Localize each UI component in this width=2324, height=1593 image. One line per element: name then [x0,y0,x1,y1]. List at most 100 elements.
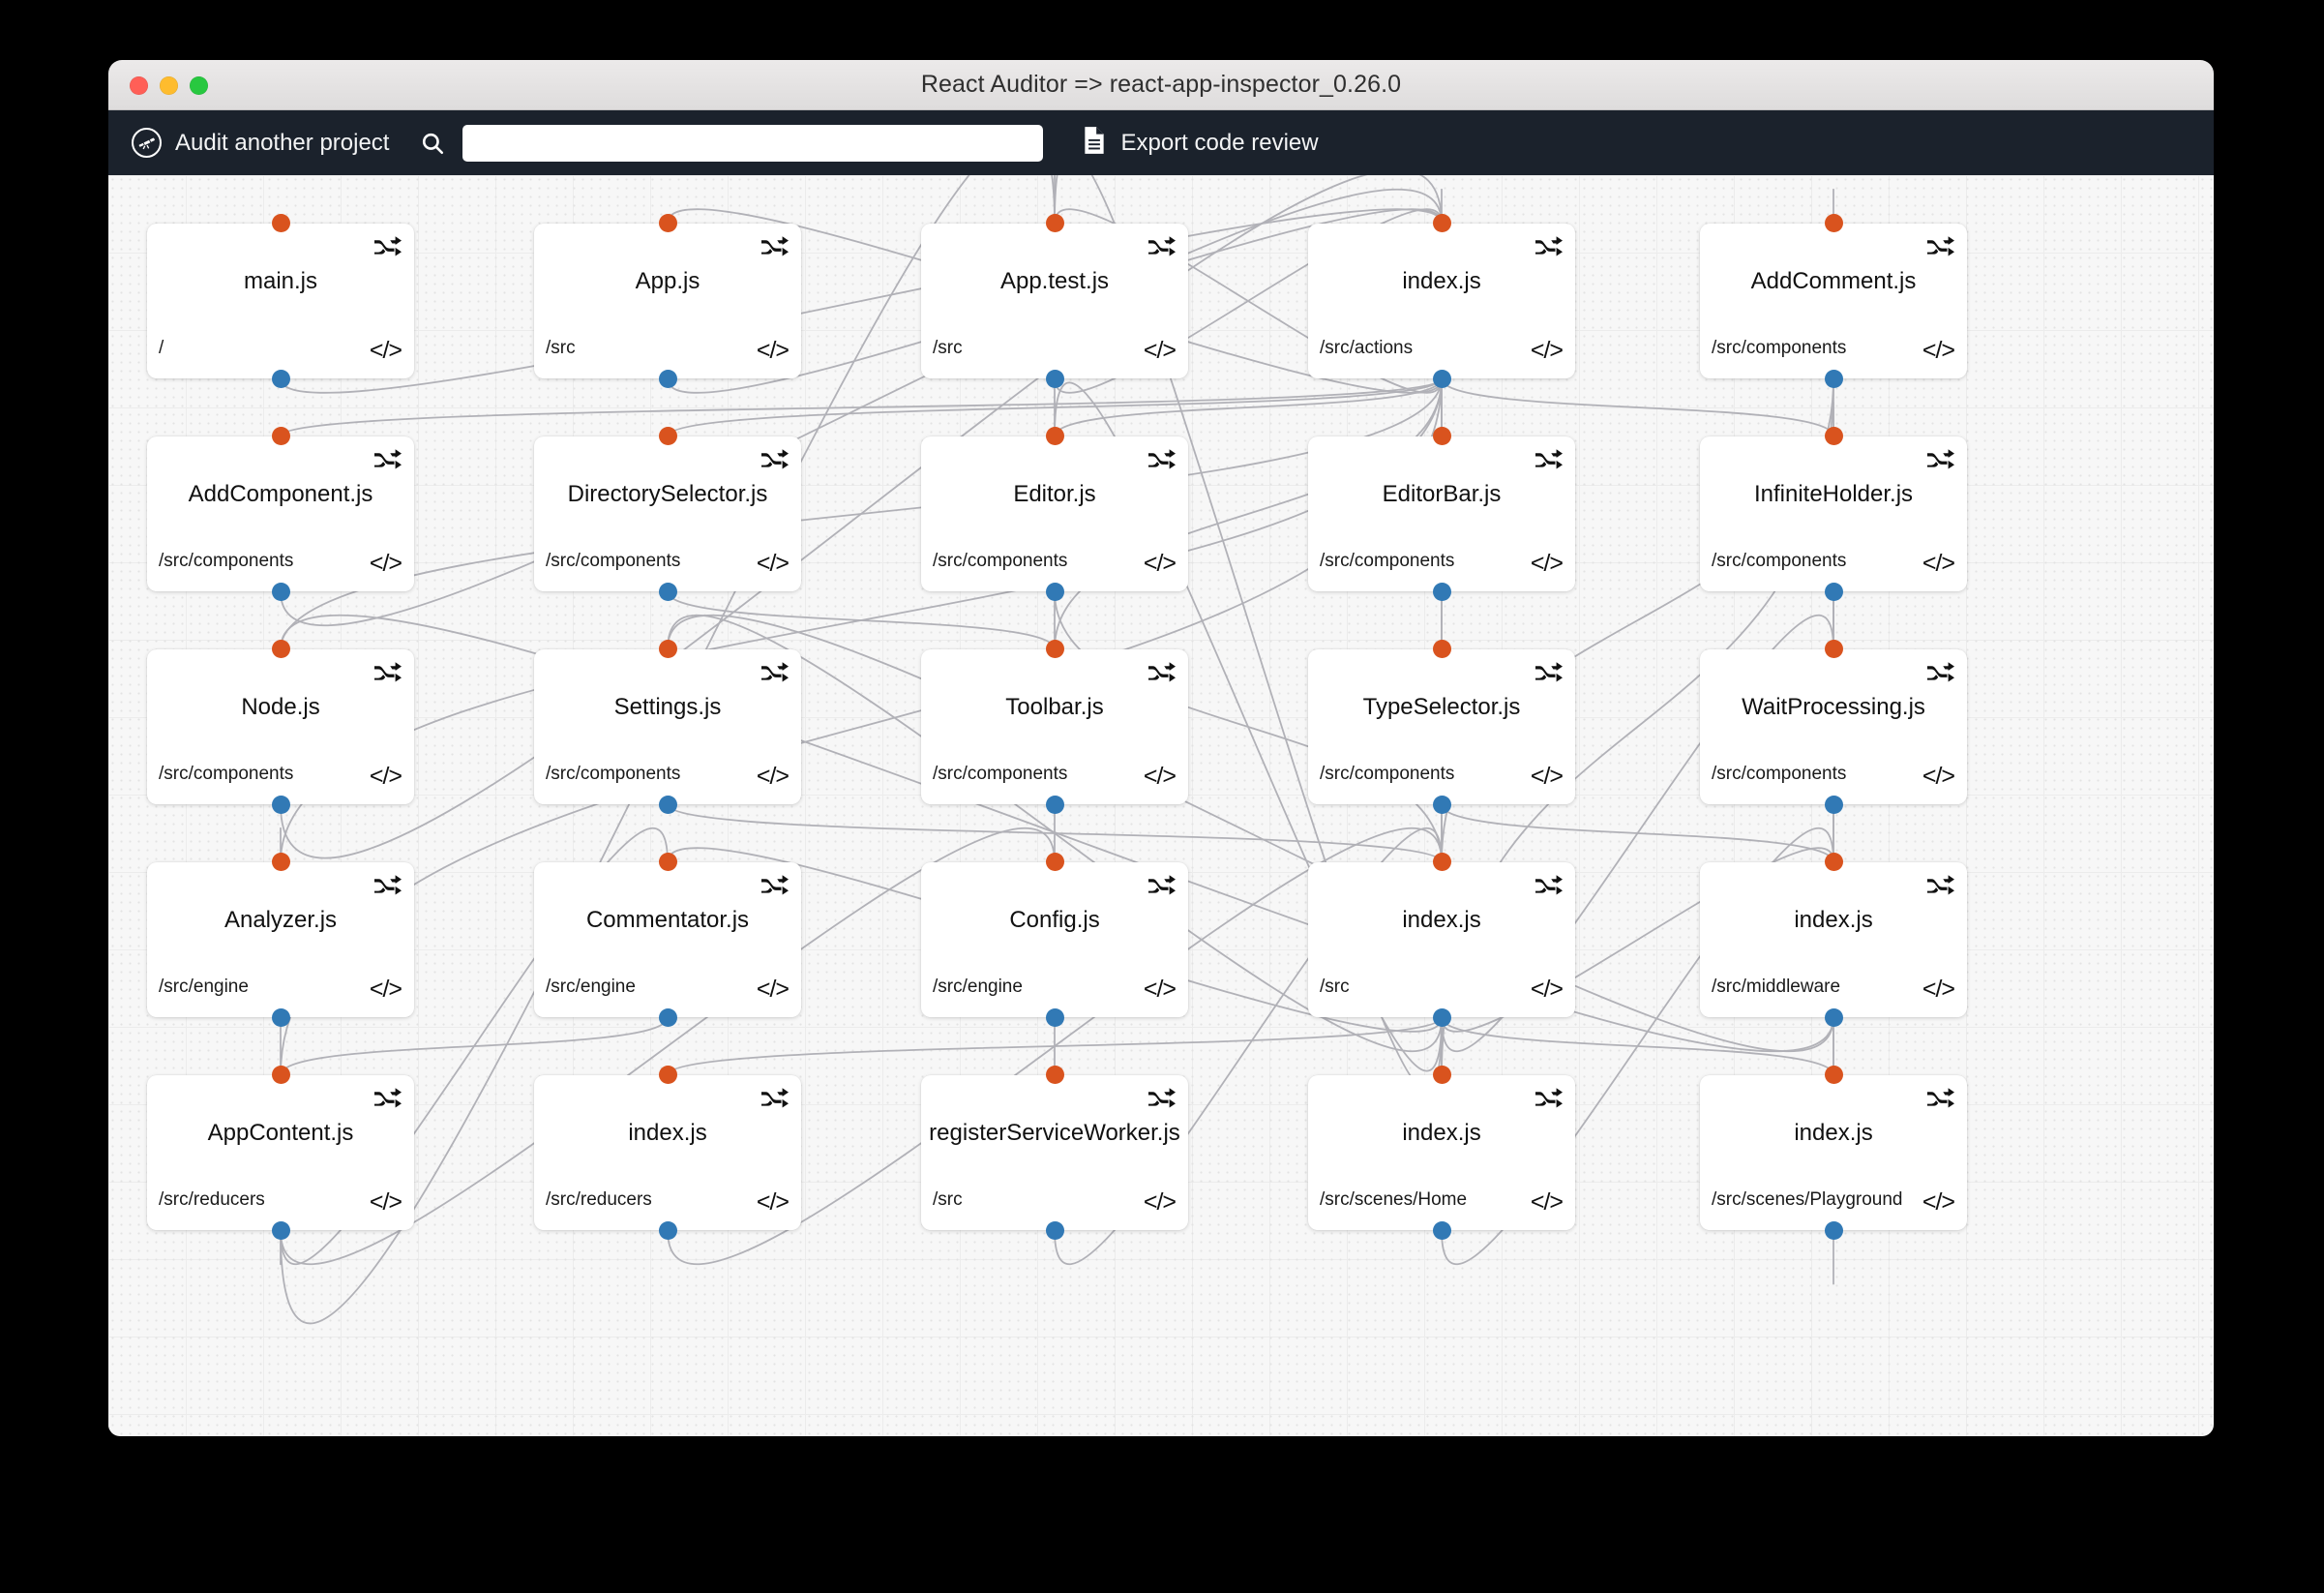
shuffle-icon[interactable] [1926,874,1955,899]
code-icon[interactable]: </> [370,1190,402,1215]
code-icon[interactable]: </> [370,977,402,1002]
node-output-port[interactable] [1825,370,1843,388]
node-output-port[interactable] [1825,583,1843,601]
node-input-port[interactable] [1046,1066,1064,1084]
node-card[interactable]: Toolbar.js/src/components</> [921,649,1188,804]
shuffle-icon[interactable] [1147,448,1177,473]
shuffle-icon[interactable] [1147,874,1177,899]
node-output-port[interactable] [272,370,290,388]
audit-another-project-button[interactable]: Audit another project [132,128,389,158]
code-icon[interactable]: </> [1144,552,1176,576]
code-icon[interactable]: </> [757,765,789,789]
node-output-port[interactable] [1825,796,1843,814]
shuffle-icon[interactable] [373,235,402,260]
node-input-port[interactable] [1433,214,1451,232]
node-output-port[interactable] [1433,1221,1451,1240]
code-icon[interactable]: </> [1531,977,1563,1002]
shuffle-icon[interactable] [1534,874,1564,899]
node-output-port[interactable] [659,796,677,814]
code-icon[interactable]: </> [1531,339,1563,363]
node-input-port[interactable] [1825,1066,1843,1084]
shuffle-icon[interactable] [1926,661,1955,686]
shuffle-icon[interactable] [760,448,790,473]
code-icon[interactable]: </> [1144,765,1176,789]
node-output-port[interactable] [1433,796,1451,814]
code-icon[interactable]: </> [1922,552,1954,576]
node-input-port[interactable] [272,853,290,871]
node-input-port[interactable] [272,640,290,658]
code-icon[interactable]: </> [757,552,789,576]
node-card[interactable]: AppContent.js/src/reducers</> [147,1075,414,1230]
shuffle-icon[interactable] [373,1087,402,1112]
code-icon[interactable]: </> [370,339,402,363]
node-output-port[interactable] [1046,796,1064,814]
node-card[interactable]: index.js/src/middleware</> [1700,862,1967,1017]
minimize-button[interactable] [160,76,178,95]
code-icon[interactable]: </> [1922,765,1954,789]
code-icon[interactable]: </> [757,339,789,363]
zoom-button[interactable] [190,76,208,95]
shuffle-icon[interactable] [1147,1087,1177,1112]
search-input[interactable] [462,125,1043,162]
export-code-review-button[interactable]: Export code review [1082,126,1318,160]
node-output-port[interactable] [659,370,677,388]
node-card[interactable]: Node.js/src/components</> [147,649,414,804]
node-output-port[interactable] [1433,370,1451,388]
code-icon[interactable]: </> [1531,765,1563,789]
node-card[interactable]: index.js/src/reducers</> [534,1075,801,1230]
node-input-port[interactable] [1046,214,1064,232]
node-output-port[interactable] [659,1008,677,1027]
node-card[interactable]: index.js/src/actions</> [1308,224,1575,378]
node-output-port[interactable] [1046,1008,1064,1027]
node-input-port[interactable] [659,640,677,658]
node-input-port[interactable] [1825,640,1843,658]
node-card[interactable]: App.test.js/src</> [921,224,1188,378]
node-input-port[interactable] [1046,640,1064,658]
node-output-port[interactable] [659,1221,677,1240]
shuffle-icon[interactable] [1534,1087,1564,1112]
node-card[interactable]: InfiniteHolder.js/src/components</> [1700,436,1967,591]
code-icon[interactable]: </> [1144,1190,1176,1215]
node-input-port[interactable] [272,1066,290,1084]
node-output-port[interactable] [1046,1221,1064,1240]
node-card[interactable]: Config.js/src/engine</> [921,862,1188,1017]
node-card[interactable]: index.js/src/scenes/Home</> [1308,1075,1575,1230]
node-input-port[interactable] [1825,853,1843,871]
shuffle-icon[interactable] [1926,448,1955,473]
shuffle-icon[interactable] [760,874,790,899]
node-output-port[interactable] [1046,583,1064,601]
code-icon[interactable]: </> [1144,977,1176,1002]
node-input-port[interactable] [1433,853,1451,871]
shuffle-icon[interactable] [1534,661,1564,686]
shuffle-icon[interactable] [373,661,402,686]
node-card[interactable]: registerServiceWorker.js/src</> [921,1075,1188,1230]
shuffle-icon[interactable] [1147,661,1177,686]
code-icon[interactable]: </> [757,977,789,1002]
node-card[interactable]: WaitProcessing.js/src/components</> [1700,649,1967,804]
code-icon[interactable]: </> [1531,1190,1563,1215]
node-input-port[interactable] [1433,640,1451,658]
node-card[interactable]: EditorBar.js/src/components</> [1308,436,1575,591]
node-card[interactable]: main.js/</> [147,224,414,378]
code-icon[interactable]: </> [1922,977,1954,1002]
node-card[interactable]: AddComponent.js/src/components</> [147,436,414,591]
node-card[interactable]: Commentator.js/src/engine</> [534,862,801,1017]
shuffle-icon[interactable] [373,874,402,899]
node-input-port[interactable] [659,853,677,871]
node-input-port[interactable] [272,214,290,232]
graph-canvas[interactable]: main.js/</> App.js/src</> App.test.js/src<… [108,175,2214,1436]
shuffle-icon[interactable] [760,235,790,260]
node-input-port[interactable] [272,427,290,445]
node-input-port[interactable] [1825,214,1843,232]
shuffle-icon[interactable] [760,661,790,686]
code-icon[interactable]: </> [370,765,402,789]
node-card[interactable]: Analyzer.js/src/engine</> [147,862,414,1017]
node-input-port[interactable] [659,214,677,232]
shuffle-icon[interactable] [1534,448,1564,473]
node-input-port[interactable] [659,1066,677,1084]
node-card[interactable]: App.js/src</> [534,224,801,378]
node-output-port[interactable] [1825,1221,1843,1240]
node-card[interactable]: TypeSelector.js/src/components</> [1308,649,1575,804]
shuffle-icon[interactable] [1926,235,1955,260]
node-output-port[interactable] [1433,1008,1451,1027]
